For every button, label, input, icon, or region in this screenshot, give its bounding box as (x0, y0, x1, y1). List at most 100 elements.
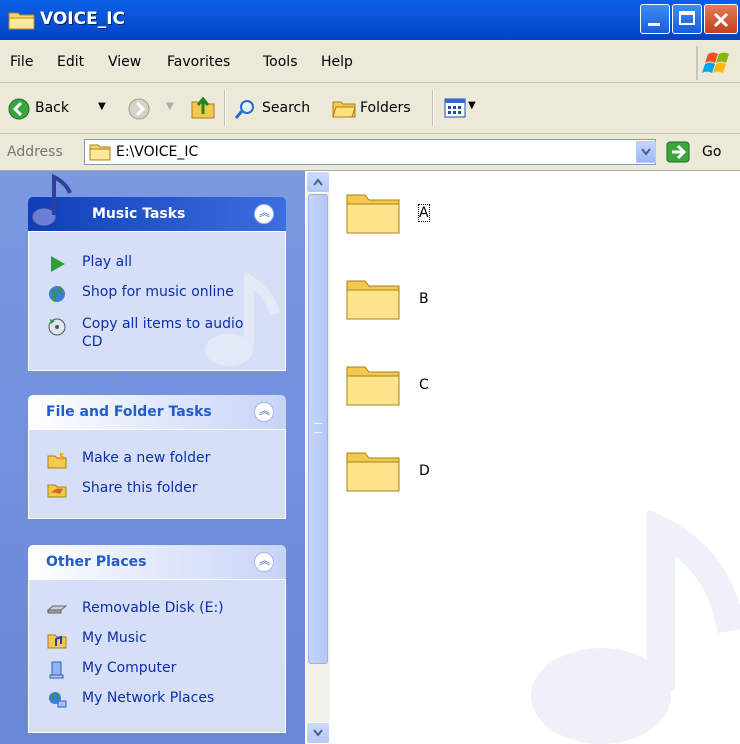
double-chevron-up-icon: ︽ (259, 206, 270, 219)
my-music-icon (47, 634, 67, 649)
menu-edit[interactable]: Edit (57, 54, 84, 70)
toolbar-separator (224, 89, 226, 127)
maximize-icon (679, 11, 695, 25)
task-pane: Music Tasks ︽ Play all Shop for music on… (0, 171, 305, 744)
up-folder-icon[interactable] (190, 94, 216, 120)
forward-dropdown-icon[interactable]: ▼ (166, 101, 174, 112)
folder-label: D (419, 463, 430, 479)
folder-item[interactable]: B (345, 273, 455, 333)
make-new-folder-link[interactable]: Make a new folder (82, 450, 210, 466)
share-this-folder-link[interactable]: Share this folder (82, 480, 198, 496)
folder-item[interactable]: D (345, 445, 455, 505)
my-computer-icon (49, 661, 64, 679)
go-button[interactable]: Go (664, 140, 734, 164)
other-places-header[interactable]: Other Places ︽ (28, 545, 286, 579)
address-label: Address (7, 144, 63, 160)
minimize-icon (648, 23, 660, 26)
scroll-down-button[interactable] (306, 722, 330, 744)
chevron-down-icon (313, 729, 323, 737)
menu-file[interactable]: File (10, 54, 33, 70)
windows-logo-icon (696, 46, 729, 80)
scroll-up-button[interactable] (306, 171, 330, 193)
collapse-button[interactable]: ︽ (254, 402, 274, 422)
globe-icon (49, 285, 65, 302)
folder-label: C (419, 377, 429, 393)
folder-icon (346, 194, 400, 234)
menu-tools[interactable]: Tools (263, 54, 298, 70)
folder-item[interactable]: A (345, 187, 455, 247)
folders-label: Folders (360, 100, 411, 116)
play-all-link[interactable]: Play all (82, 254, 132, 270)
folder-icon (8, 12, 35, 30)
address-bar: Address E:\VOICE_IC Go (0, 134, 740, 171)
views-dropdown-icon: ▼ (468, 100, 476, 111)
folder-icon (346, 280, 400, 320)
cd-copy-icon (48, 318, 66, 336)
collapse-button[interactable]: ︽ (254, 552, 274, 572)
close-icon (713, 12, 729, 28)
go-label: Go (702, 144, 722, 160)
new-folder-icon (47, 451, 67, 469)
chevron-up-icon (313, 178, 323, 186)
my-music-link[interactable]: My Music (82, 630, 147, 646)
other-places-body: Removable Disk (E:) My Music My Computer… (28, 579, 286, 733)
forward-button[interactable]: ▼ (128, 91, 184, 125)
folder-label: B (419, 291, 429, 307)
collapse-button[interactable]: ︽ (254, 204, 274, 224)
search-label: Search (262, 100, 311, 116)
scroll-thumb[interactable] (308, 194, 328, 664)
music-note-watermark-icon (531, 511, 740, 744)
minimize-button[interactable] (640, 4, 670, 34)
back-label: Back (35, 100, 69, 116)
play-icon (51, 256, 65, 272)
menu-help[interactable]: Help (321, 54, 353, 70)
folders-icon (332, 101, 356, 118)
go-arrow-icon (666, 141, 690, 163)
folders-button[interactable]: Folders (330, 91, 422, 125)
forward-arrow-icon (128, 98, 150, 120)
window-title: VOICE_IC (40, 9, 126, 29)
folder-icon (89, 144, 111, 161)
shop-for-music-online-link[interactable]: Shop for music online (82, 284, 234, 300)
views-button[interactable]: ▼ (442, 95, 482, 121)
removable-disk-link[interactable]: Removable Disk (E:) (82, 600, 224, 616)
share-folder-icon (47, 484, 67, 498)
music-tasks-body: Play all Shop for music online Copy all … (28, 231, 286, 371)
address-value: E:\VOICE_IC (116, 144, 199, 160)
removable-disk-icon (47, 605, 67, 614)
my-network-places-icon (49, 692, 67, 708)
chevron-down-icon (641, 148, 651, 156)
file-folder-tasks-header[interactable]: File and Folder Tasks ︽ (28, 395, 286, 429)
folder-label: A (418, 204, 430, 222)
maximize-button[interactable] (672, 4, 702, 34)
folder-item[interactable]: C (345, 359, 455, 419)
double-chevron-up-icon: ︽ (259, 554, 270, 567)
toolbar-separator (432, 89, 434, 127)
search-icon (234, 100, 254, 119)
file-folder-tasks-body: Make a new folder Share this folder (28, 429, 286, 519)
menu-favorites[interactable]: Favorites (167, 54, 230, 70)
search-button[interactable]: Search (232, 91, 324, 125)
close-button[interactable] (704, 4, 738, 34)
toolbar: Back ▼ ▼ Search Folders ▼ (0, 83, 740, 134)
music-tasks-title: Music Tasks (92, 206, 186, 222)
copy-to-audio-cd-link-line2[interactable]: CD (82, 334, 103, 350)
back-arrow-icon (8, 98, 30, 120)
file-folder-tasks-title: File and Folder Tasks (46, 404, 212, 420)
music-note-icon (31, 173, 72, 227)
title-bar[interactable]: VOICE_IC (0, 0, 740, 40)
my-computer-link[interactable]: My Computer (82, 660, 176, 676)
file-view[interactable]: A B C D (331, 171, 740, 744)
address-dropdown-button[interactable] (636, 141, 656, 163)
menu-view[interactable]: View (108, 54, 141, 70)
folder-icon (346, 366, 400, 406)
double-chevron-up-icon: ︽ (259, 404, 270, 417)
thumb-grip (314, 423, 322, 433)
views-icon (444, 98, 466, 118)
folder-icon (346, 452, 400, 492)
other-places-title: Other Places (46, 554, 147, 570)
my-network-places-link[interactable]: My Network Places (82, 690, 214, 706)
back-button[interactable]: Back ▼ (6, 91, 110, 125)
back-dropdown-icon[interactable]: ▼ (98, 101, 106, 112)
copy-to-audio-cd-link[interactable]: Copy all items to audio (82, 316, 243, 332)
